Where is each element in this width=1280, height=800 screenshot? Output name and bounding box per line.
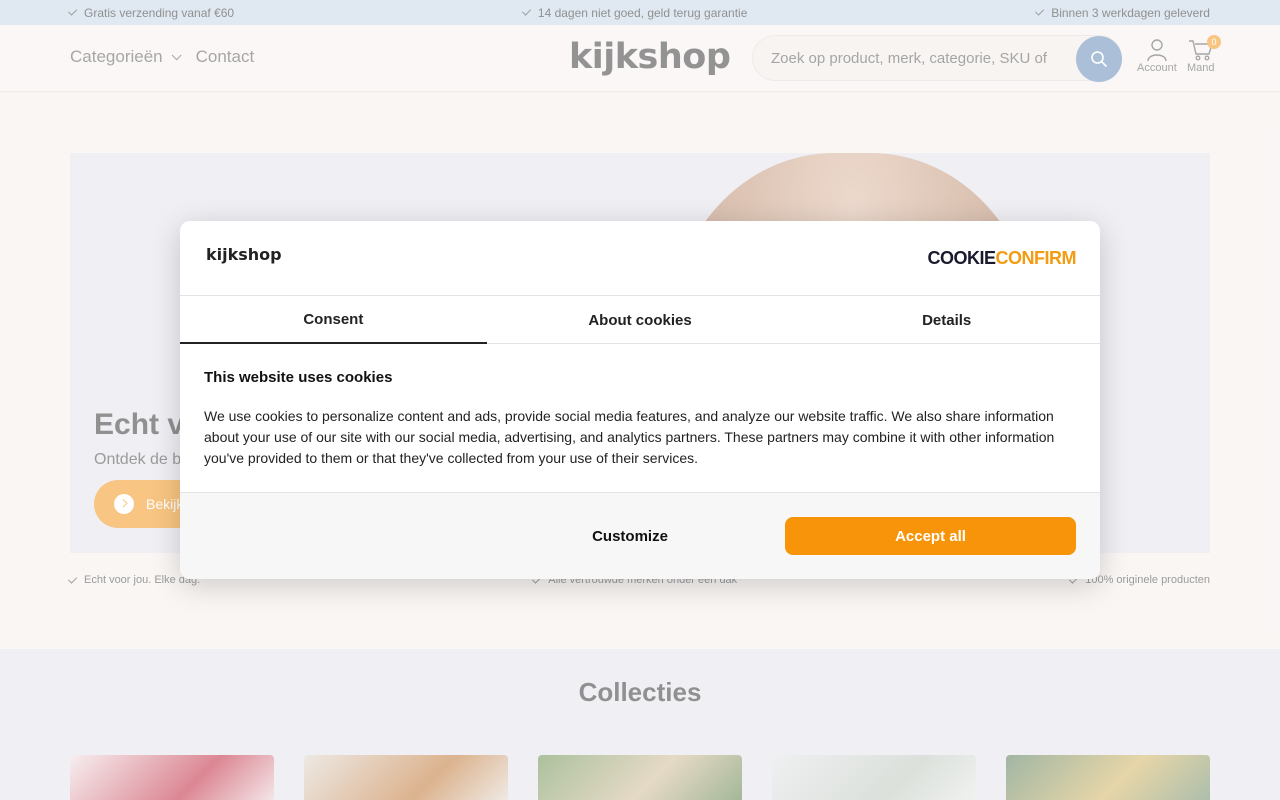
dialog-footer: Customize Accept all (180, 492, 1100, 579)
dialog-logo: kijkshop (206, 245, 282, 264)
dialog-header: kijkshop COOKIECONFIRM (180, 221, 1100, 296)
accept-all-button[interactable]: Accept all (785, 517, 1076, 555)
dialog-body: This website uses cookies We use cookies… (204, 369, 1074, 469)
dialog-heading: This website uses cookies (204, 369, 393, 386)
customize-button[interactable]: Customize (480, 517, 780, 555)
cookie-consent-dialog: kijkshop COOKIECONFIRM Consent About coo… (180, 221, 1100, 579)
dialog-tabs: Consent About cookies Details (180, 296, 1100, 344)
dialog-text: We use cookies to personalize content an… (204, 408, 1055, 466)
tab-about-cookies[interactable]: About cookies (487, 296, 794, 344)
cookieconfirm-logo: COOKIECONFIRM (927, 248, 1076, 268)
tab-consent[interactable]: Consent (180, 296, 487, 344)
tab-details[interactable]: Details (793, 296, 1100, 344)
